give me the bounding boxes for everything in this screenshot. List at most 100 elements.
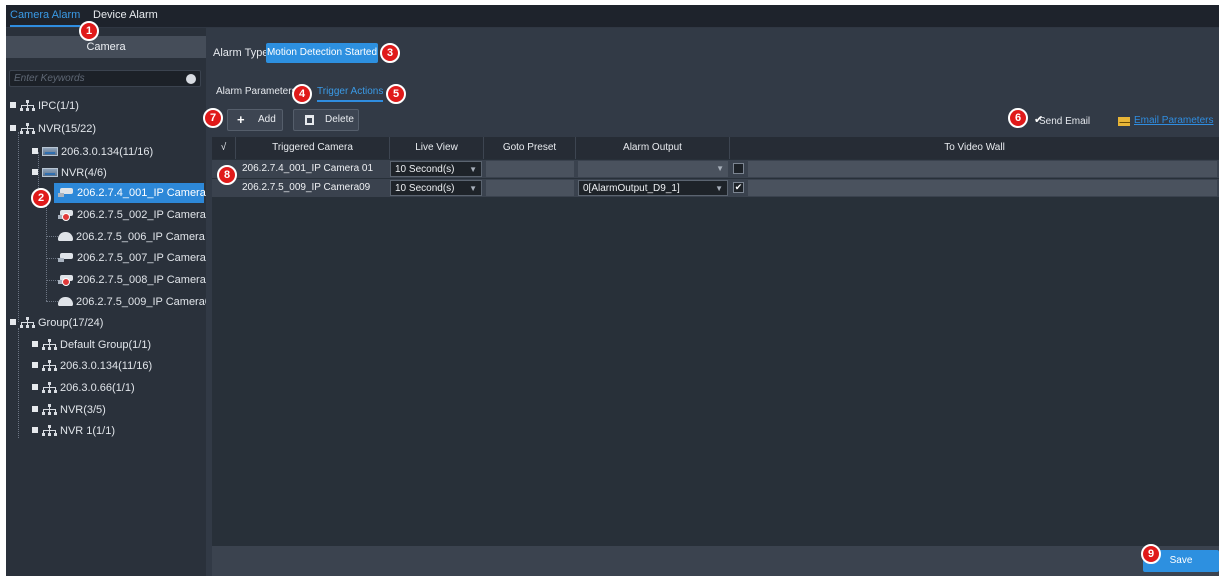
callout-badge: 6 <box>1008 108 1028 128</box>
camera-panel-header: Camera <box>6 36 206 58</box>
tab-alarm-parameters[interactable]: Alarm Parameters <box>216 86 297 97</box>
tab-device-alarm[interactable]: Device Alarm <box>93 9 158 27</box>
expand-toggle-icon[interactable] <box>10 319 16 326</box>
send-email-label: Send Email <box>1039 116 1091 127</box>
tab-trigger-actions[interactable]: Trigger Actions <box>317 86 384 102</box>
tree-connector <box>46 236 58 237</box>
expand-toggle-icon[interactable] <box>32 427 38 434</box>
table-row[interactable]: 206.2.7.4_001_IP Camera 01 10 Second(s) ▼… <box>212 160 1219 178</box>
alarm-configuration-window: Camera Alarm Device Alarm Camera IPC(1/1… <box>6 5 1219 576</box>
tab-camera-alarm[interactable]: Camera Alarm <box>10 9 81 27</box>
tree-node-label: 206.2.7.4_001_IP Camera 01 <box>77 187 222 199</box>
trash-icon <box>305 115 314 125</box>
tree-connector <box>18 132 19 322</box>
delete-button-label: Delete <box>325 114 354 125</box>
tree-node-camera[interactable]: 206.2.7.5_002_IP Camera 02 <box>58 205 221 225</box>
add-button[interactable]: + Add <box>227 109 283 131</box>
live-view-select[interactable]: 10 Second(s) ▼ <box>390 161 482 177</box>
live-view-value: 10 Second(s) <box>395 183 455 194</box>
expand-toggle-icon[interactable] <box>10 125 16 132</box>
search-icon[interactable] <box>186 74 196 84</box>
dropdown-arrow-icon: ▼ <box>715 184 723 193</box>
tree-node-label: 206.2.7.5_006_IP Camera 06 <box>76 231 221 243</box>
tree-node-group[interactable]: Group(17/24) <box>10 313 103 333</box>
tree-node-camera[interactable]: 206.2.7.5_007_IP Camera 07 <box>58 248 221 268</box>
table-row[interactable]: 206.2.7.5_009_IP Camera09 10 Second(s) ▼ … <box>212 179 1219 197</box>
tree-node-label: 206.2.7.5_009_IP Camera09 <box>76 296 218 308</box>
bullet-camera-offline-icon <box>58 209 74 221</box>
expand-toggle-icon[interactable] <box>32 148 38 155</box>
callout-badge: 5 <box>386 84 406 104</box>
column-header-to-video-wall: To Video Wall <box>730 137 1219 159</box>
nvr-device-icon <box>42 146 58 156</box>
alarm-output-select[interactable]: ▼ <box>578 161 728 177</box>
column-header-select: √ <box>212 137 236 159</box>
column-header-goto-preset: Goto Preset <box>484 137 576 159</box>
alarm-type-selector[interactable]: Motion Detection Started <box>266 43 378 63</box>
keyword-search-box <box>9 70 201 87</box>
network-icon <box>42 359 57 371</box>
goto-preset-select[interactable] <box>486 161 574 177</box>
live-view-select[interactable]: 10 Second(s) ▼ <box>390 180 482 196</box>
mail-icon <box>1118 117 1130 126</box>
alarm-output-select[interactable]: 0[AlarmOutput_D9_1] ▼ <box>578 180 728 196</box>
email-parameters-link[interactable]: Email Parameters <box>1134 115 1213 126</box>
tree-node-group[interactable]: Default Group(1/1) <box>32 335 151 355</box>
nvr-device-icon <box>42 167 58 177</box>
tree-node-group[interactable]: 206.3.0.66(1/1) <box>32 378 135 398</box>
goto-preset-select[interactable] <box>486 180 574 196</box>
bullet-camera-icon <box>58 187 74 198</box>
network-icon <box>42 424 57 436</box>
tree-node-camera[interactable]: 206.2.7.5_008_IP Camera 08 <box>58 270 221 290</box>
dome-camera-icon <box>58 231 73 241</box>
tree-node-group[interactable]: NVR 1(1/1) <box>32 421 115 441</box>
tree-node-group[interactable]: NVR(3/5) <box>32 400 106 420</box>
expand-toggle-icon[interactable] <box>32 169 38 176</box>
tree-connector <box>46 258 58 259</box>
tree-node-camera-selected[interactable]: 206.2.7.4_001_IP Camera 01 <box>54 183 221 203</box>
video-wall-cell <box>748 161 1217 177</box>
expand-toggle-icon[interactable] <box>32 406 38 413</box>
tree-node-label: Default Group(1/1) <box>60 339 152 351</box>
video-wall-checkbox[interactable] <box>733 163 744 174</box>
dropdown-arrow-icon: ▼ <box>469 165 477 174</box>
dropdown-arrow-icon: ▼ <box>469 184 477 193</box>
expand-toggle-icon[interactable] <box>32 362 38 369</box>
tree-node-nvr[interactable]: NVR(15/22) <box>10 119 96 139</box>
tree-node-label: 206.3.0.134(11/16) <box>61 146 154 158</box>
tree-node-label: 206.2.7.5_002_IP Camera 02 <box>77 209 222 221</box>
callout-badge: 2 <box>31 188 51 208</box>
delete-button[interactable]: Delete <box>293 109 359 131</box>
tree-node-label: Group(17/24) <box>38 317 104 329</box>
trigger-actions-panel: Alarm Type Motion Detection Started Alar… <box>206 28 1219 576</box>
tree-node-nvr-device[interactable]: NVR(4/6) <box>32 163 107 183</box>
tree-node-nvr-device[interactable]: 206.3.0.134(11/16) <box>32 142 153 162</box>
keyword-search-input[interactable] <box>14 72 182 85</box>
tree-node-camera[interactable]: 206.2.7.5_006_IP Camera 06 <box>58 227 220 247</box>
column-header-triggered-camera: Triggered Camera <box>236 137 390 159</box>
network-icon <box>20 122 35 134</box>
tree-node-label: 206.3.0.66(1/1) <box>60 382 135 394</box>
tree-node-label: NVR 1(1/1) <box>60 425 116 437</box>
callout-badge: 9 <box>1141 544 1161 564</box>
expand-toggle-icon[interactable] <box>10 102 16 109</box>
expand-toggle-icon[interactable] <box>32 384 38 391</box>
tree-node-label: 206.2.7.5_008_IP Camera 08 <box>77 274 222 286</box>
plus-icon: + <box>237 112 245 127</box>
network-icon <box>42 403 57 415</box>
network-icon <box>42 338 57 350</box>
tree-node-group[interactable]: 206.3.0.134(11/16) <box>32 356 152 376</box>
tree-connector <box>46 197 47 301</box>
trigger-actions-table: √ Triggered Camera Live View Goto Preset… <box>212 137 1219 546</box>
bullet-camera-icon <box>58 252 74 263</box>
callout-badge: 7 <box>203 108 223 128</box>
expand-toggle-icon[interactable] <box>32 341 38 348</box>
video-wall-checkbox[interactable]: ✔ <box>733 182 744 193</box>
tree-node-camera[interactable]: 206.2.7.5_009_IP Camera09 <box>58 292 217 312</box>
tree-node-label: IPC(1/1) <box>38 100 79 112</box>
network-icon <box>42 381 57 393</box>
tree-node-ipc[interactable]: IPC(1/1) <box>10 96 79 116</box>
tree-node-label: 206.3.0.134(11/16) <box>60 360 153 372</box>
tree-node-label: 206.2.7.5_007_IP Camera 07 <box>77 252 222 264</box>
bullet-camera-offline-icon <box>58 274 74 286</box>
